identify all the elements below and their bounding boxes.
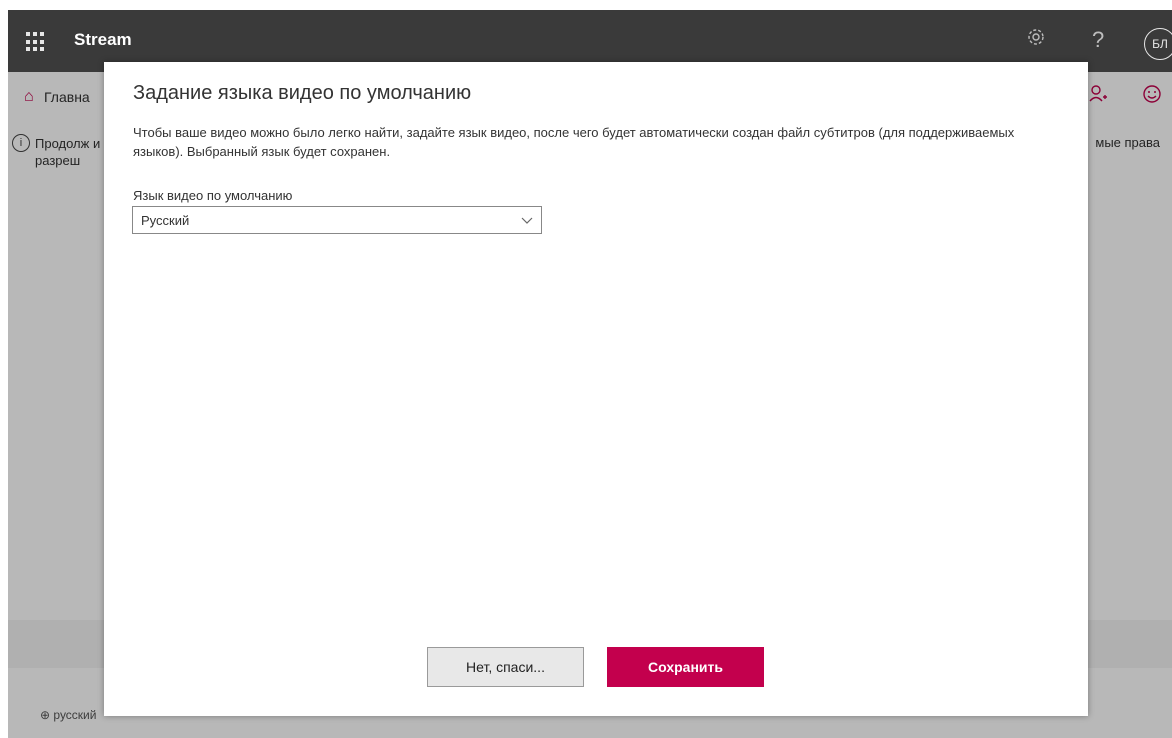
- dialog-title: Задание языка видео по умолчанию: [133, 82, 472, 104]
- chevron-down-icon: [521, 213, 533, 224]
- gear-icon[interactable]: [1026, 26, 1046, 54]
- avatar[interactable]: БЛ: [1144, 28, 1172, 60]
- save-button[interactable]: Сохранить: [607, 647, 764, 687]
- language-select[interactable]: Русский: [132, 206, 542, 234]
- app-title[interactable]: Stream: [74, 30, 132, 50]
- language-select-value: Русский: [141, 213, 190, 228]
- language-field-label: Язык видео по умолчанию: [133, 188, 293, 203]
- help-icon[interactable]: ?: [1092, 26, 1104, 54]
- app-launcher-icon[interactable]: [26, 32, 46, 52]
- cancel-button[interactable]: Нет, спаси...: [427, 647, 584, 687]
- dialog-description: Чтобы ваше видео можно было легко найти,…: [133, 125, 1015, 159]
- language-dialog: Задание языка видео по умолчанию Чтобы в…: [104, 62, 1088, 716]
